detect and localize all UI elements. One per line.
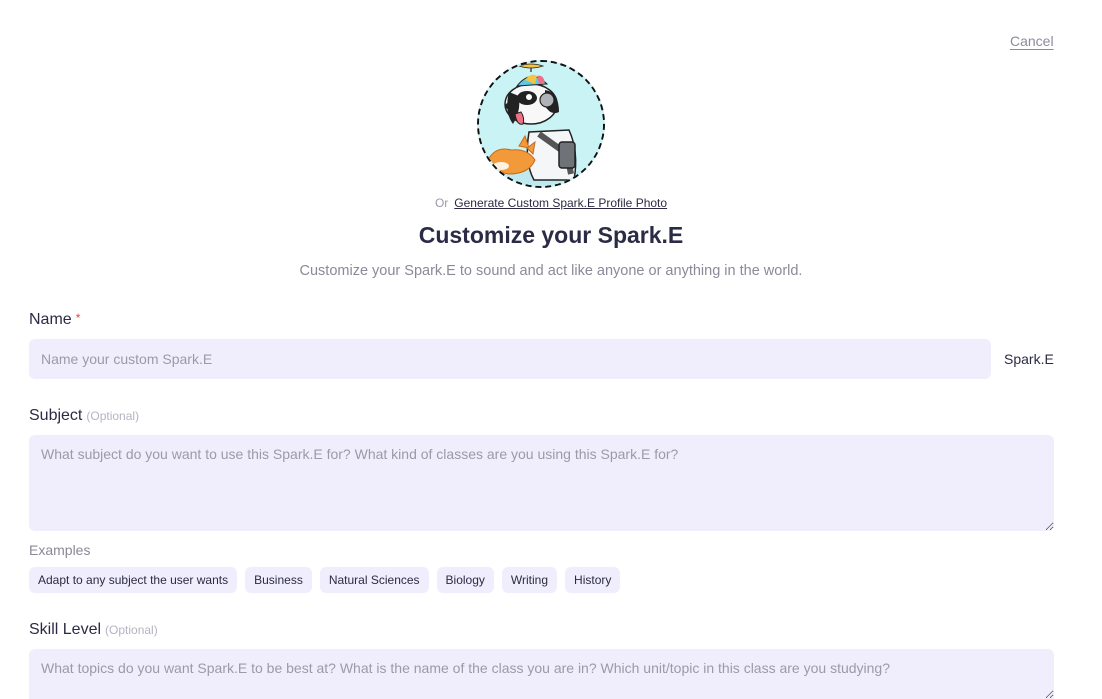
- subject-label: Subject (Optional): [29, 407, 139, 425]
- example-chip[interactable]: Writing: [501, 567, 558, 593]
- robot-dog-avatar-icon: [479, 62, 603, 186]
- skill-level-textarea[interactable]: [29, 649, 1054, 699]
- skill-level-optional-text: (Optional): [105, 623, 158, 637]
- examples-label: Examples: [29, 542, 91, 558]
- or-text: Or: [434, 196, 449, 210]
- example-chip[interactable]: Adapt to any subject the user wants: [29, 567, 238, 593]
- subject-label-text: Subject: [29, 407, 83, 424]
- name-label-text: Name: [29, 311, 72, 328]
- generate-photo-link[interactable]: Generate Custom Spark.E Profile Photo: [454, 196, 667, 210]
- generate-photo-row: Or Generate Custom Spark.E Profile Photo: [0, 196, 1102, 210]
- skill-level-label: Skill Level (Optional): [29, 621, 158, 639]
- example-chip[interactable]: History: [565, 567, 621, 593]
- example-chip[interactable]: Biology: [436, 567, 494, 593]
- name-label: Name *: [29, 311, 80, 329]
- example-chip[interactable]: Business: [245, 567, 312, 593]
- subject-textarea[interactable]: [29, 435, 1054, 531]
- customize-modal: Cancel Or Generate Custom Spark.E Profil…: [0, 0, 1102, 699]
- avatar-upload[interactable]: [477, 60, 605, 188]
- name-input[interactable]: [29, 339, 991, 379]
- example-chip[interactable]: Natural Sciences: [319, 567, 429, 593]
- name-suffix: Spark.E: [1004, 351, 1054, 367]
- skill-level-label-text: Skill Level: [29, 621, 102, 638]
- page-title: Customize your Spark.E: [418, 222, 684, 248]
- subject-optional-text: (Optional): [86, 409, 140, 423]
- cancel-button[interactable]: Cancel: [1010, 33, 1054, 49]
- example-chips: Adapt to any subject the user wants Busi…: [29, 567, 621, 593]
- page-subtitle: Customize your Spark.E to sound and act …: [299, 263, 803, 279]
- required-mark: *: [75, 311, 81, 325]
